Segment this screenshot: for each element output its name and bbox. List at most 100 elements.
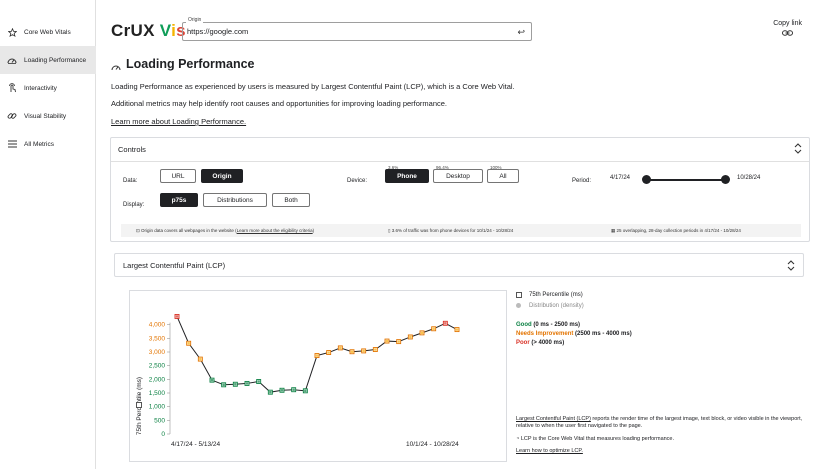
period-slider-start-handle[interactable] — [642, 175, 651, 184]
optimize-lcp-link[interactable]: Learn how to optimize LCP. — [516, 448, 583, 455]
data-point-fill — [339, 346, 342, 350]
info-periods-text: 25 overlapping, 28-day collection period… — [616, 228, 741, 233]
sidebar-item-loading-performance[interactable]: Loading Performance — [0, 46, 96, 74]
device-phone-button[interactable]: Phone — [385, 169, 429, 183]
legend-distribution: Distribution (density) — [529, 303, 584, 309]
sidebar-item-label: Loading Performance — [24, 56, 87, 64]
good-range: (0 ms - 2500 ms) — [531, 322, 581, 328]
data-point-fill — [420, 331, 424, 335]
x-tick-start: 4/17/24 - 5/13/24 — [171, 441, 221, 448]
info-origin-text: Origin data covers all webpages in the w… — [141, 228, 237, 233]
link-chain-icon — [0, 111, 24, 121]
page-description-secondary: Additional metrics may help identify roo… — [111, 99, 448, 108]
data-url-button[interactable]: URL — [160, 169, 196, 183]
data-point-fill — [455, 328, 459, 331]
controls-title: Controls — [118, 145, 146, 154]
copy-link-button[interactable]: Copy link — [773, 20, 802, 38]
data-point-fill — [292, 388, 295, 391]
lcp-doc-link[interactable]: Largest Contentful Paint (LCP) — [516, 416, 591, 422]
y-tick-label: 3,000 — [149, 349, 166, 356]
lcp-panel-header[interactable]: Largest Contentful Paint (LCP) — [114, 253, 804, 277]
lcp-description: Largest Contentful Paint (LCP) reports t… — [516, 416, 816, 430]
good-label: Good — [516, 322, 532, 328]
data-point-fill — [175, 315, 179, 318]
data-origin-button[interactable]: Origin — [201, 169, 243, 183]
data-point-fill — [199, 357, 202, 361]
poor-range: (> 4000 ms) — [529, 340, 565, 346]
data-label: Data: — [123, 178, 138, 184]
crux-vis-logo: CrUX Vis — [111, 21, 186, 41]
lcp-chart: 75th Percentile (ms) 4,0003,5003,0002,50… — [129, 290, 507, 462]
speedometer-icon — [111, 59, 121, 77]
period-slider-track[interactable] — [647, 179, 727, 181]
info-bar: ⊡ Origin data covers all webpages in the… — [121, 224, 801, 237]
origin-field[interactable]: ↩ — [182, 22, 532, 41]
logo-text-crux: CrUX — [111, 21, 160, 40]
origin-label: Origin — [186, 17, 204, 23]
data-point-fill — [362, 349, 365, 353]
legend-p75: 75th Percentile (ms) — [529, 292, 583, 298]
x-tick-end: 10/1/24 - 10/28/24 — [406, 441, 459, 448]
display-both-button[interactable]: Both — [272, 193, 310, 207]
info-traffic: ▯ 3.6% of traffic was from phone devices… — [388, 228, 513, 234]
cwv-note-text: LCP is the Core Web Vital that measures … — [520, 436, 675, 442]
data-point-fill — [234, 383, 237, 386]
data-point-fill — [385, 339, 389, 343]
eligibility-criteria-link[interactable]: Learn more about the eligibility criteri… — [237, 228, 313, 233]
collapse-chevron-icon[interactable] — [787, 260, 795, 273]
device-desktop-button[interactable]: Desktop — [433, 169, 483, 183]
sidebar-item-core-web-vitals[interactable]: Core Web Vitals — [0, 18, 96, 46]
period-label: Period: — [572, 178, 592, 184]
data-point-fill — [269, 390, 272, 394]
divider — [111, 161, 809, 162]
star-icon — [0, 27, 24, 37]
enter-icon[interactable]: ↩ — [517, 27, 525, 38]
threshold-needs-improvement: Needs Improvement (2500 ms - 4000 ms) — [516, 331, 632, 337]
page-description: Loading Performance as experienced by us… — [111, 82, 515, 91]
sidebar-item-label: Core Web Vitals — [24, 28, 71, 36]
ni-range: (2500 ms - 4000 ms) — [573, 331, 632, 337]
y-tick-label: 2,000 — [149, 376, 166, 383]
touch-icon — [0, 83, 24, 93]
device-all-button[interactable]: All — [487, 169, 519, 183]
link-icon — [773, 28, 802, 38]
poor-label: Poor — [516, 340, 530, 346]
info-traffic-text: 3.6% of traffic was from phone devices f… — [391, 228, 514, 233]
data-point-fill — [187, 342, 190, 345]
threshold-good: Good (0 ms - 2500 ms) — [516, 322, 580, 328]
distribution-radio[interactable] — [516, 303, 521, 308]
y-tick-label: 2,500 — [149, 363, 166, 370]
data-point-fill — [350, 350, 354, 353]
data-point-fill — [280, 389, 284, 392]
data-point-fill — [409, 335, 412, 339]
sidebar-item-label: Visual Stability — [24, 112, 67, 120]
data-point-fill — [432, 327, 435, 330]
data-point-fill — [257, 380, 260, 383]
speedometer-icon — [0, 56, 24, 65]
sidebar: Core Web Vitals Loading Performance Inte… — [0, 0, 96, 469]
data-point-fill — [222, 383, 225, 386]
display-p75s-button[interactable]: p75s — [160, 193, 198, 207]
period-slider-end-handle[interactable] — [721, 175, 730, 184]
controls-panel: Controls Data: URL Origin Display: p75s … — [110, 137, 810, 242]
ni-label: Needs Improvement — [516, 331, 574, 337]
lcp-title: Largest Contentful Paint (LCP) — [123, 261, 226, 270]
page-title: Loading Performance — [126, 57, 255, 71]
data-point-fill — [315, 354, 319, 357]
data-point-fill — [397, 340, 400, 343]
sidebar-item-all-metrics[interactable]: All Metrics — [0, 130, 96, 158]
data-point-fill — [327, 351, 330, 354]
sidebar-item-visual-stability[interactable]: Visual Stability — [0, 102, 96, 130]
sidebar-item-label: Interactivity — [24, 84, 57, 92]
y-tick-label: 4,000 — [149, 322, 166, 329]
sidebar-item-interactivity[interactable]: Interactivity — [0, 74, 96, 102]
main-content: CrUX Vis ↩ Origin Copy link Loading Perf… — [96, 0, 840, 469]
learn-more-link[interactable]: Learn more about Loading Performance. — [111, 117, 246, 126]
collapse-chevron-icon[interactable] — [794, 143, 802, 156]
p75-checkbox[interactable] — [516, 292, 522, 298]
origin-input[interactable] — [187, 27, 507, 36]
data-point-fill — [245, 382, 249, 385]
data-point-fill — [374, 348, 377, 351]
display-distributions-button[interactable]: Distributions — [203, 193, 267, 207]
y-axis-checkbox[interactable] — [136, 402, 142, 408]
